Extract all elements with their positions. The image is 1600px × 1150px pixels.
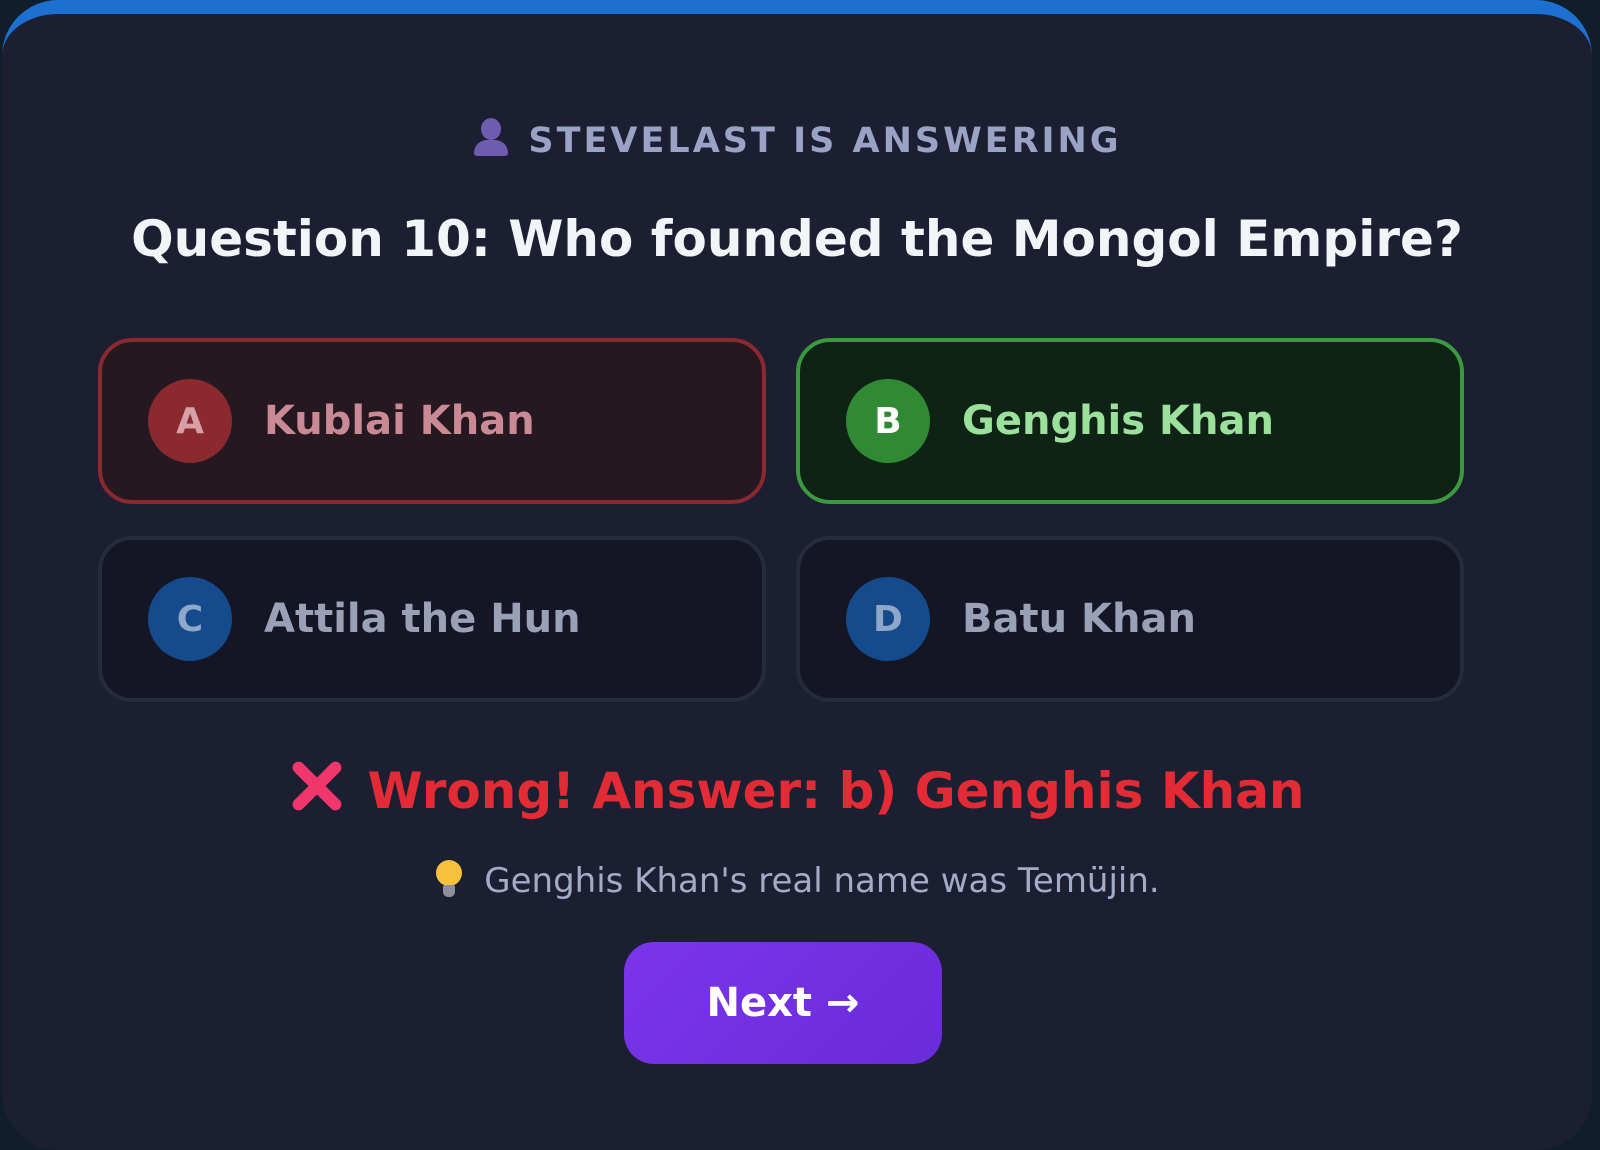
option-letter-badge: D xyxy=(846,577,930,661)
result-message: Wrong! Answer: b) Genghis Khan xyxy=(2,758,1592,820)
option-label: Batu Khan xyxy=(962,596,1196,642)
fun-fact-text: Genghis Khan's real name was Temüjin. xyxy=(484,861,1160,901)
quiz-card: STEVELAST IS ANSWERING Question 10: Who … xyxy=(2,0,1592,1150)
answering-status: STEVELAST IS ANSWERING xyxy=(2,118,1592,161)
question-text: Question 10: Who founded the Mongol Empi… xyxy=(131,210,1463,268)
option-letter-badge: B xyxy=(846,379,930,463)
result-text: Wrong! Answer: b) Genghis Khan xyxy=(367,762,1305,820)
answer-option-b[interactable]: B Genghis Khan xyxy=(796,338,1464,504)
option-letter-badge: A xyxy=(148,379,232,463)
person-silhouette-icon xyxy=(472,118,510,158)
cross-mark-icon xyxy=(289,758,345,814)
light-bulb-icon xyxy=(434,860,464,900)
option-label: Attila the Hun xyxy=(264,596,581,642)
answering-status-text: STEVELAST IS ANSWERING xyxy=(528,121,1122,161)
fun-fact: Genghis Khan's real name was Temüjin. xyxy=(2,860,1592,901)
next-button[interactable]: Next → xyxy=(624,942,942,1064)
option-label: Kublai Khan xyxy=(264,398,535,444)
answer-option-c[interactable]: C Attila the Hun xyxy=(98,536,766,702)
answer-option-d[interactable]: D Batu Khan xyxy=(796,536,1464,702)
option-label: Genghis Khan xyxy=(962,398,1274,444)
answer-option-a[interactable]: A Kublai Khan xyxy=(98,338,766,504)
option-letter-badge: C xyxy=(148,577,232,661)
